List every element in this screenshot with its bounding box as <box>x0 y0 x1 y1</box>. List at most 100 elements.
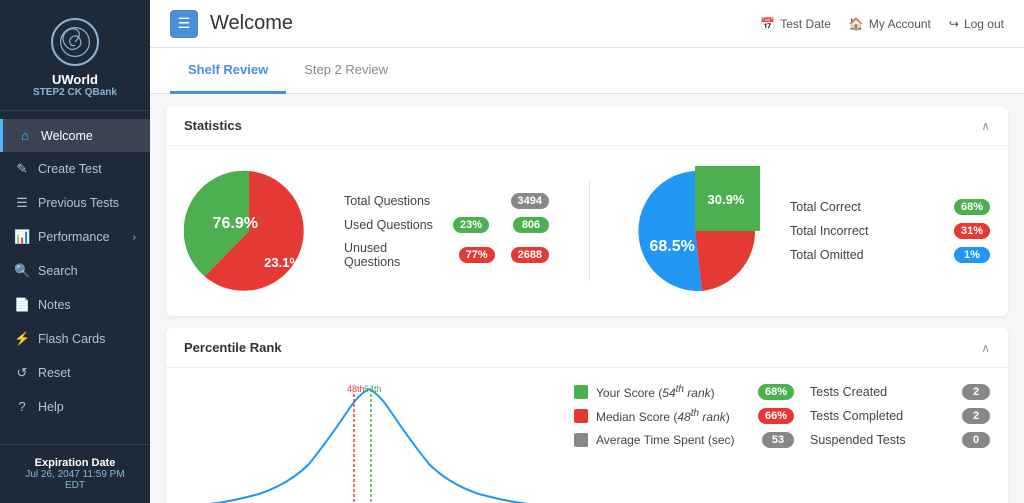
logout-action[interactable]: ↪ Log out <box>949 17 1004 31</box>
my-account-action[interactable]: 🏠 My Account <box>849 17 931 31</box>
logout-icon: ↪ <box>949 17 959 31</box>
tab-shelf-review[interactable]: Shelf Review <box>170 48 286 94</box>
page-title: Welcome <box>210 12 748 35</box>
expiry-date: Jul 26, 2047 11:59 PM EDT <box>14 469 136 491</box>
stats-row-unused: Unused Questions 77% 2688 <box>344 241 549 269</box>
sidebar-item-notes[interactable]: 📄 Notes <box>0 288 150 322</box>
hamburger-button[interactable]: ☰ <box>170 10 198 38</box>
tests-created-row: Tests Created 2 <box>810 384 990 400</box>
stats-divider <box>589 181 590 281</box>
total-q-label: Total Questions <box>344 194 430 208</box>
avg-time-dot <box>574 433 588 447</box>
your-score-value: 68% <box>758 384 794 400</box>
suspended-tests-row: Suspended Tests 0 <box>810 432 990 448</box>
tests-created-value: 2 <box>962 384 990 400</box>
stats-row-total: Total Questions 3494 <box>344 193 549 209</box>
calendar-icon: 📅 <box>760 17 775 31</box>
sidebar-item-help[interactable]: ? Help <box>0 390 150 423</box>
nav-label-notes: Notes <box>38 298 71 312</box>
nav-label-previous-tests: Previous Tests <box>38 196 119 210</box>
percentile-legend: Your Score (54th rank) 68% Median Score … <box>574 384 794 448</box>
sidebar-item-welcome[interactable]: ⌂ Welcome <box>0 119 150 152</box>
tabs-bar: Shelf Review Step 2 Review <box>150 48 1024 94</box>
topbar: ☰ Welcome 📅 Test Date 🏠 My Account ↪ Log… <box>150 0 1024 48</box>
your-score-dot <box>574 385 588 399</box>
stats-table1: Total Questions 3494 Used Questions 23% … <box>344 193 549 269</box>
stats-row-used: Used Questions 23% 806 <box>344 217 549 233</box>
sidebar-item-search[interactable]: 🔍 Search <box>0 254 150 288</box>
sidebar-item-flash-cards[interactable]: ⚡ Flash Cards <box>0 322 150 356</box>
nav-label-reset: Reset <box>38 366 71 380</box>
pie2-small-label: 30.9% <box>708 192 745 207</box>
nav-label-create-test: Create Test <box>38 162 102 176</box>
logo-circle <box>51 18 99 66</box>
percentile-collapse[interactable]: ∧ <box>981 341 990 355</box>
legend-your-score: Your Score (54th rank) 68% <box>574 384 794 400</box>
pie2-chart: 68.5% 30.9% <box>630 166 760 296</box>
nav-icon-reset: ↺ <box>14 365 30 381</box>
nav-label-welcome: Welcome <box>41 129 93 143</box>
sidebar-item-create-test[interactable]: ✎ Create Test <box>0 152 150 186</box>
bell-curve-chart: 48th 54th <box>184 384 554 503</box>
median-score-label: Median Score (48th rank) <box>596 408 750 424</box>
legend-median-score: Median Score (48th rank) 66% <box>574 408 794 424</box>
incorrect-badge: 31% <box>954 223 990 239</box>
statistics-section: Statistics ∧ 76.9% <box>166 106 1008 316</box>
nav-icon-welcome: ⌂ <box>17 128 33 143</box>
tab-step2-review[interactable]: Step 2 Review <box>286 48 406 94</box>
my-account-label: My Account <box>869 17 931 31</box>
nav-label-flash-cards: Flash Cards <box>38 332 105 346</box>
correct-badge: 68% <box>954 199 990 215</box>
percentile-section: Percentile Rank ∧ 48th 54th <box>166 328 1008 503</box>
unused-q-pct: 77% <box>459 247 495 263</box>
total-q-badge: 3494 <box>511 193 549 209</box>
nav-icon-performance: 📊 <box>14 229 30 245</box>
sidebar-item-reset[interactable]: ↺ Reset <box>0 356 150 390</box>
pie1-container: 76.9% 23.1% <box>184 166 314 296</box>
sidebar: UWorld STEP2 CK QBank ⌂ Welcome ✎ Create… <box>0 0 150 503</box>
tests-completed-value: 2 <box>962 408 990 424</box>
your-score-label: Your Score (54th rank) <box>596 384 750 400</box>
percentile-right: Your Score (54th rank) 68% Median Score … <box>574 384 990 448</box>
pie2-container: 68.5% 30.9% <box>630 166 760 296</box>
sidebar-item-previous-tests[interactable]: ☰ Previous Tests <box>0 186 150 220</box>
stats-row-omitted: Total Omitted 1% <box>790 247 990 263</box>
statistics-title: Statistics <box>184 118 242 133</box>
nav-label-performance: Performance <box>38 230 110 244</box>
nav-icon-search: 🔍 <box>14 263 30 279</box>
nav-label-help: Help <box>38 400 64 414</box>
suspended-tests-value: 0 <box>962 432 990 448</box>
tests-table: Tests Created 2 Tests Completed 2 Suspen… <box>810 384 990 448</box>
sidebar-item-performance[interactable]: 📊 Performance › <box>0 220 150 254</box>
app-name: UWorld <box>52 72 98 87</box>
svg-text:48th: 48th <box>347 384 365 394</box>
pie2-big-label: 68.5% <box>650 238 695 256</box>
unused-q-badge: 2688 <box>511 247 549 263</box>
pie1-chart: 76.9% 23.1% <box>184 166 314 296</box>
used-q-label: Used Questions <box>344 218 433 232</box>
percentile-title: Percentile Rank <box>184 340 282 355</box>
sidebar-logo: UWorld STEP2 CK QBank <box>0 0 150 111</box>
content-area: Shelf Review Step 2 Review Statistics ∧ <box>150 48 1024 503</box>
topbar-actions: 📅 Test Date 🏠 My Account ↪ Log out <box>760 17 1004 31</box>
omitted-badge: 1% <box>954 247 990 263</box>
median-score-value: 66% <box>758 408 794 424</box>
app-subtitle: STEP2 CK QBank <box>33 87 117 98</box>
stats-table2: Total Correct 68% Total Incorrect 31% To… <box>790 199 990 263</box>
statistics-content: 76.9% 23.1% Total Questions 3494 Used Qu… <box>166 146 1008 316</box>
omitted-label: Total Omitted <box>790 248 864 262</box>
chevron-icon: › <box>133 232 136 243</box>
statistics-header: Statistics ∧ <box>166 106 1008 146</box>
suspended-tests-label: Suspended Tests <box>810 433 906 447</box>
nav-icon-previous-tests: ☰ <box>14 195 30 211</box>
legend-avg-time: Average Time Spent (sec) 53 <box>574 432 794 448</box>
used-q-badge: 806 <box>513 217 549 233</box>
incorrect-label: Total Incorrect <box>790 224 869 238</box>
statistics-collapse[interactable]: ∧ <box>981 119 990 133</box>
test-date-action[interactable]: 📅 Test Date <box>760 17 831 31</box>
tests-completed-row: Tests Completed 2 <box>810 408 990 424</box>
logo-icon <box>59 26 91 58</box>
main-area: ☰ Welcome 📅 Test Date 🏠 My Account ↪ Log… <box>150 0 1024 503</box>
stats-row-incorrect: Total Incorrect 31% <box>790 223 990 239</box>
sidebar-footer: Expiration Date Jul 26, 2047 11:59 PM ED… <box>0 444 150 503</box>
